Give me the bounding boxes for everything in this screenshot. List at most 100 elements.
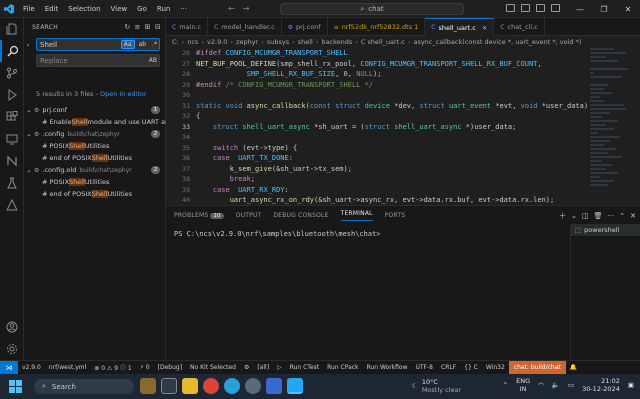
terminal-instance[interactable]: ⬚ powershell [571, 224, 640, 236]
status-ports[interactable]: ⚡ 0 [136, 364, 154, 371]
breadcrumb-item[interactable]: C shell_uart.c [361, 38, 405, 46]
maximize-button[interactable]: ❐ [592, 0, 616, 18]
taskbar-search-box[interactable]: ⌕ Search [34, 379, 134, 394]
notifications-bell-icon[interactable]: 🔔 [566, 364, 581, 371]
minimap[interactable] [590, 48, 630, 205]
status-target[interactable]: [all] [253, 364, 273, 371]
status-problems[interactable]: ⊗ 0 ⚠ 9 ⓘ 1 [90, 363, 135, 372]
breadcrumb-symbol[interactable]: async_callback(const device *, uart_even… [413, 38, 581, 46]
code-line[interactable]: 30 [166, 90, 640, 101]
status-launch[interactable]: ▷ [273, 364, 286, 371]
status-platform[interactable]: Win32 [482, 364, 509, 371]
arrow-left-icon[interactable]: ← [228, 4, 235, 13]
menu-selection[interactable]: Selection [63, 5, 105, 13]
preserve-case-toggle[interactable]: AB [147, 57, 159, 64]
battery-icon[interactable]: ▭ [568, 381, 574, 389]
breadcrumb-item[interactable]: ncs [187, 38, 198, 46]
replace-input[interactable]: Replace AB [36, 54, 160, 67]
regex-toggle[interactable]: .* [150, 41, 159, 48]
tab-chat-cli-c[interactable]: Cchat_cli.c [494, 18, 545, 36]
tab-output[interactable]: OUTPUT [236, 212, 262, 219]
chrome-icon[interactable] [203, 378, 219, 394]
code-line[interactable]: 36 case UART_TX_DONE: [166, 153, 640, 164]
edge-icon[interactable] [224, 378, 240, 394]
settings-icon[interactable] [245, 378, 261, 394]
remote-indicator-icon[interactable]: ⋊ [0, 360, 18, 375]
code-line[interactable]: 38 break; [166, 174, 640, 185]
status-chat-build[interactable]: chat: build/chat [508, 360, 566, 375]
code-line[interactable]: 34 [166, 132, 640, 143]
breadcrumb-item[interactable]: subsys [267, 38, 289, 46]
menu-file[interactable]: File [18, 5, 40, 13]
open-in-editor-link[interactable]: Open in editor [100, 90, 147, 98]
customize-layout-icon[interactable] [551, 4, 560, 12]
code-line[interactable]: 27 NET_BUF_POOL_DEFINE(smp_shell_rx_pool,… [166, 59, 640, 70]
clear-results-icon[interactable]: ≡ [134, 23, 140, 31]
close-window-button[interactable]: ✕ [616, 0, 640, 18]
maximize-panel-icon[interactable]: ⌃ [619, 212, 625, 220]
volume-icon[interactable]: 🔈 [552, 381, 560, 389]
code-line[interactable]: 29 #endif /* CONFIG_MCUMGR_TRANSPORT_SHEL… [166, 80, 640, 91]
file-explorer-icon[interactable] [182, 378, 198, 394]
match-whole-word-toggle[interactable]: ab [137, 41, 149, 48]
result-match[interactable]: # POSIX Shell Utilities [24, 176, 166, 188]
status-encoding[interactable]: UTF-8 [412, 364, 438, 371]
collapse-all-icon[interactable]: ⊟ [155, 23, 161, 31]
breadcrumb-item[interactable]: v2.9.0 [207, 38, 227, 46]
status-eol[interactable]: CRLF [437, 364, 460, 371]
result-match[interactable]: # end of POSIX Shell Utilities [24, 188, 166, 200]
wifi-icon[interactable]: ◠ [538, 381, 544, 389]
tab-prj-conf[interactable]: ⚙ prj.conf [282, 18, 328, 36]
result-file-config[interactable]: ⌄ ⚙ .config build\chat\zephyr 2 [24, 128, 166, 140]
language-indicator[interactable]: ENG IN [516, 377, 530, 393]
code-line[interactable]: 26 #ifdef CONFIG_MCUMGR_TRANSPORT_SHELL [166, 48, 640, 59]
result-file-prj-conf[interactable]: ⌄ ⚙ prj.conf 1 [24, 104, 166, 116]
source-control-icon[interactable] [0, 62, 24, 84]
menu-view[interactable]: View [106, 5, 133, 13]
notification-center-icon[interactable]: ▣ [628, 381, 634, 389]
chevron-up-icon[interactable]: ⌃ [503, 381, 508, 389]
status-kit[interactable]: No Kit Selected [186, 364, 240, 371]
run-debug-icon[interactable] [0, 84, 24, 106]
testing-icon[interactable] [0, 172, 24, 194]
more-actions-icon[interactable]: ··· [608, 212, 615, 220]
match-case-toggle[interactable]: Aa [120, 40, 135, 49]
app-icon[interactable] [266, 378, 282, 394]
menu-go[interactable]: Go [132, 5, 152, 13]
breadcrumb-item[interactable]: backends [321, 38, 352, 46]
result-match[interactable]: # Enable Shell module and use UART as ..… [24, 116, 177, 128]
tab-debug-console[interactable]: DEBUG CONSOLE [273, 212, 328, 219]
nrf-connect-icon[interactable] [0, 150, 24, 172]
code-line[interactable]: 37 k_sem_give(&sh_uart->tx_sem); [166, 164, 640, 175]
task-view-icon[interactable] [161, 378, 177, 394]
tab-dts[interactable]: ≡ nrf52dk_nrf52832.dts 1 [328, 18, 426, 36]
terminal-output[interactable]: PS C:\ncs\v2.9.0\nrf\samples\bluetooth\m… [174, 230, 381, 238]
code-editor[interactable]: 26 #ifdef CONFIG_MCUMGR_TRANSPORT_SHELL 27… [166, 48, 640, 205]
menu-edit[interactable]: Edit [40, 5, 64, 13]
new-search-editor-icon[interactable]: ⊞ [145, 23, 151, 31]
code-line[interactable]: 31 static void async_callback(const struc… [166, 101, 640, 112]
result-match[interactable]: # POSIX Shell Utilities [24, 140, 166, 152]
tab-model-handler-c[interactable]: Cmodel_handler.c [208, 18, 282, 36]
breadcrumb-item[interactable]: C: [172, 38, 179, 46]
toggle-secondary-sidebar-icon[interactable] [536, 4, 545, 12]
clock[interactable]: 21:02 30-12-2024 [582, 377, 620, 393]
cmake-icon[interactable] [0, 194, 24, 216]
close-panel-icon[interactable]: ✕ [630, 212, 636, 220]
code-line[interactable]: 39 case UART_RX_RDY: [166, 185, 640, 196]
weather-widget[interactable]: ☾ 10°C Mostly clear [412, 378, 461, 394]
menu-more[interactable]: ··· [175, 5, 192, 13]
split-terminal-icon[interactable]: ◫ [582, 212, 589, 220]
tab-shell-uart-c[interactable]: Cshell_uart.c ✕ [425, 18, 495, 36]
tab-ports[interactable]: PORTS [385, 212, 406, 219]
accounts-icon[interactable] [0, 316, 24, 338]
refresh-icon[interactable]: ↻ [124, 23, 130, 31]
status-run-workflow[interactable]: Run Workflow [363, 364, 412, 371]
extensions-icon[interactable] [0, 106, 24, 128]
windows-start-icon[interactable] [9, 380, 22, 393]
status-run-ctest[interactable]: Run CTest [286, 364, 323, 371]
breadcrumb-item[interactable]: zephyr [236, 38, 258, 46]
code-line[interactable]: 28 SMP_SHELL_RX_BUF_SIZE, 0, NULL); [166, 69, 640, 80]
vscode-taskbar-icon[interactable] [287, 378, 303, 394]
result-match[interactable]: # end of POSIX Shell Utilities [24, 152, 166, 164]
